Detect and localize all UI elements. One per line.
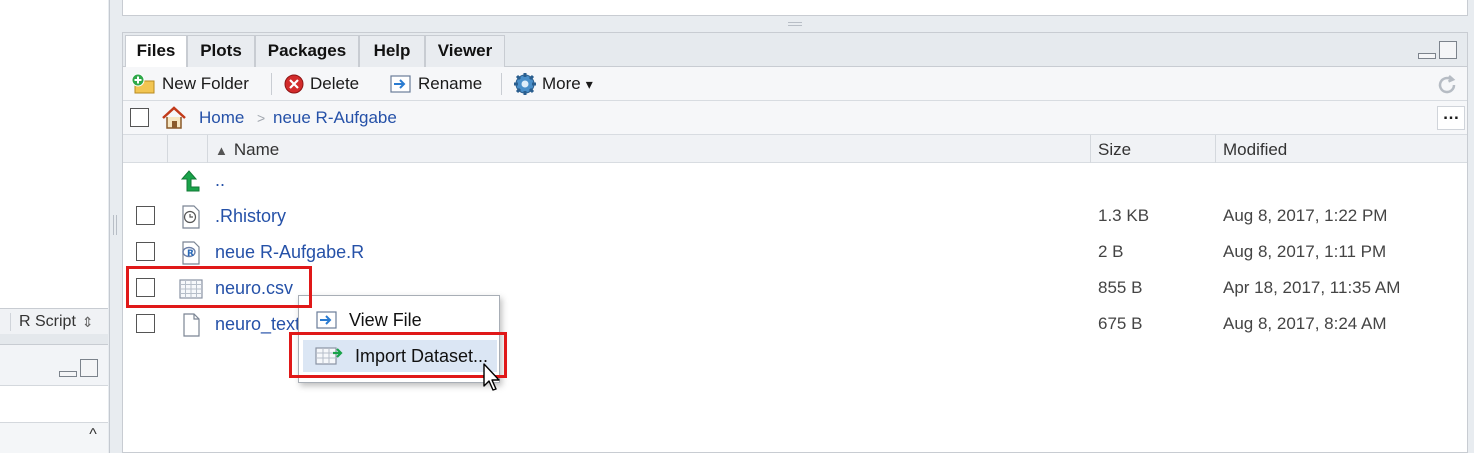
new-folder-icon [131,73,155,94]
more-menu-button[interactable]: More ▾ [513,71,593,97]
scroll-up-icon[interactable]: ^ [80,424,106,446]
chevron-down-icon: ▾ [585,75,593,92]
new-folder-button[interactable]: New Folder [131,71,249,97]
splitter-grip-icon [113,215,117,235]
minimize-icon[interactable] [1418,53,1436,59]
tab-files[interactable]: Files [125,35,187,68]
left-column: R Script ⇕ ^ [0,0,110,453]
new-folder-label: New Folder [162,74,249,93]
file-checkbox[interactable] [136,242,155,261]
left-pane-gap [0,334,108,344]
rhistory-icon [182,205,200,229]
column-divider [1090,135,1091,163]
rename-icon [390,75,411,93]
text-file-icon [183,313,200,337]
maximize-icon[interactable] [80,359,98,377]
breadcrumb-home-link[interactable]: Home [199,108,244,128]
select-all-checkbox[interactable] [130,108,149,127]
maximize-icon[interactable] [1439,41,1457,59]
breadcrumb-current-folder[interactable]: neue R-Aufgabe [273,108,397,128]
sort-ascending-icon: ▲ [215,143,228,158]
pane-tab-bar: Files Plots Packages Help Viewer [123,33,1467,68]
toolbar-divider [501,73,502,95]
files-pane: Files Plots Packages Help Viewer New Fol… [122,32,1468,453]
environment-pane [122,0,1468,16]
column-divider [167,135,168,163]
file-row-rhistory[interactable]: .Rhistory 1.3 KB Aug 8, 2017, 1:22 PM [123,199,1467,235]
file-name-link[interactable]: neuro_text [215,314,300,335]
file-checkbox[interactable] [136,314,155,333]
file-size: 855 B [1098,278,1143,297]
file-type-label: R Script [19,313,76,330]
breadcrumb-separator: > [257,110,266,126]
gear-icon [514,73,536,95]
home-button[interactable] [161,106,187,135]
name-column-label: Name [233,140,280,159]
refresh-button[interactable] [1435,73,1459,102]
file-checkbox[interactable] [136,206,155,225]
rename-label: Rename [418,74,483,93]
delete-icon [284,74,304,94]
modified-column-header[interactable]: Modified [1223,135,1287,163]
tab-plots[interactable]: Plots [187,35,255,67]
files-pane-window-controls [1418,41,1457,59]
updown-arrows-icon: ⇕ [81,313,94,330]
more-label: More [542,74,581,93]
left-pane-window-controls [59,359,98,377]
home-icon [162,106,186,129]
delete-button[interactable]: Delete [283,71,359,97]
parent-directory-row[interactable]: .. [123,163,1467,199]
column-divider [207,135,208,163]
file-modified: Apr 18, 2017, 11:35 AM [1223,278,1401,297]
up-arrow-icon [180,170,200,192]
source-editor-area[interactable] [0,0,108,308]
mouse-pointer-icon [483,363,500,391]
file-modified: Aug 8, 2017, 1:22 PM [1223,206,1388,225]
toolbar-divider [271,73,272,95]
files-toolbar: New Folder Delete Rename More ▾ [123,67,1467,101]
name-column-header[interactable]: ▲ Name [215,135,279,163]
parent-directory-link[interactable]: .. [215,170,225,191]
horizontal-splitter-grip-icon[interactable] [788,22,802,26]
file-size: 2 B [1098,242,1124,261]
column-divider [1215,135,1216,163]
file-modified: Aug 8, 2017, 8:24 AM [1223,314,1387,333]
size-column-header[interactable]: Size [1098,135,1131,163]
file-modified: Aug 8, 2017, 1:11 PM [1223,242,1387,261]
file-type-select[interactable]: R Script ⇕ [10,313,94,331]
editor-status-bar: R Script ⇕ [0,308,108,334]
file-size: 1.3 KB [1098,206,1150,225]
file-row-r-script[interactable]: R neue R-Aufgabe.R 2 B Aug 8, 2017, 1:11… [123,235,1467,271]
delete-label: Delete [310,74,360,93]
breadcrumb: Home > neue R-Aufgabe … [123,101,1467,135]
tab-packages[interactable]: Packages [255,35,359,67]
vertical-splitter[interactable] [110,0,120,453]
highlight-neuro-csv [126,266,312,308]
file-size: 675 B [1098,314,1143,333]
svg-text:R: R [187,249,194,259]
left-lower-pane-body [0,386,108,423]
view-file-label: View File [349,309,422,330]
minimize-icon[interactable] [59,371,77,377]
r-script-icon: R [182,241,200,265]
left-lower-pane-header [0,344,108,386]
file-name-link[interactable]: .Rhistory [215,206,286,227]
tab-help[interactable]: Help [359,35,425,67]
file-name-link[interactable]: neue R-Aufgabe.R [215,242,364,263]
go-to-directory-button[interactable]: … [1437,105,1465,130]
refresh-icon [1438,75,1456,94]
rename-button[interactable]: Rename [389,71,482,97]
view-file-icon [316,311,337,329]
tab-viewer[interactable]: Viewer [425,35,505,67]
highlight-import-dataset [289,332,507,378]
file-list-header: ▲ Name Size Modified [123,135,1467,163]
